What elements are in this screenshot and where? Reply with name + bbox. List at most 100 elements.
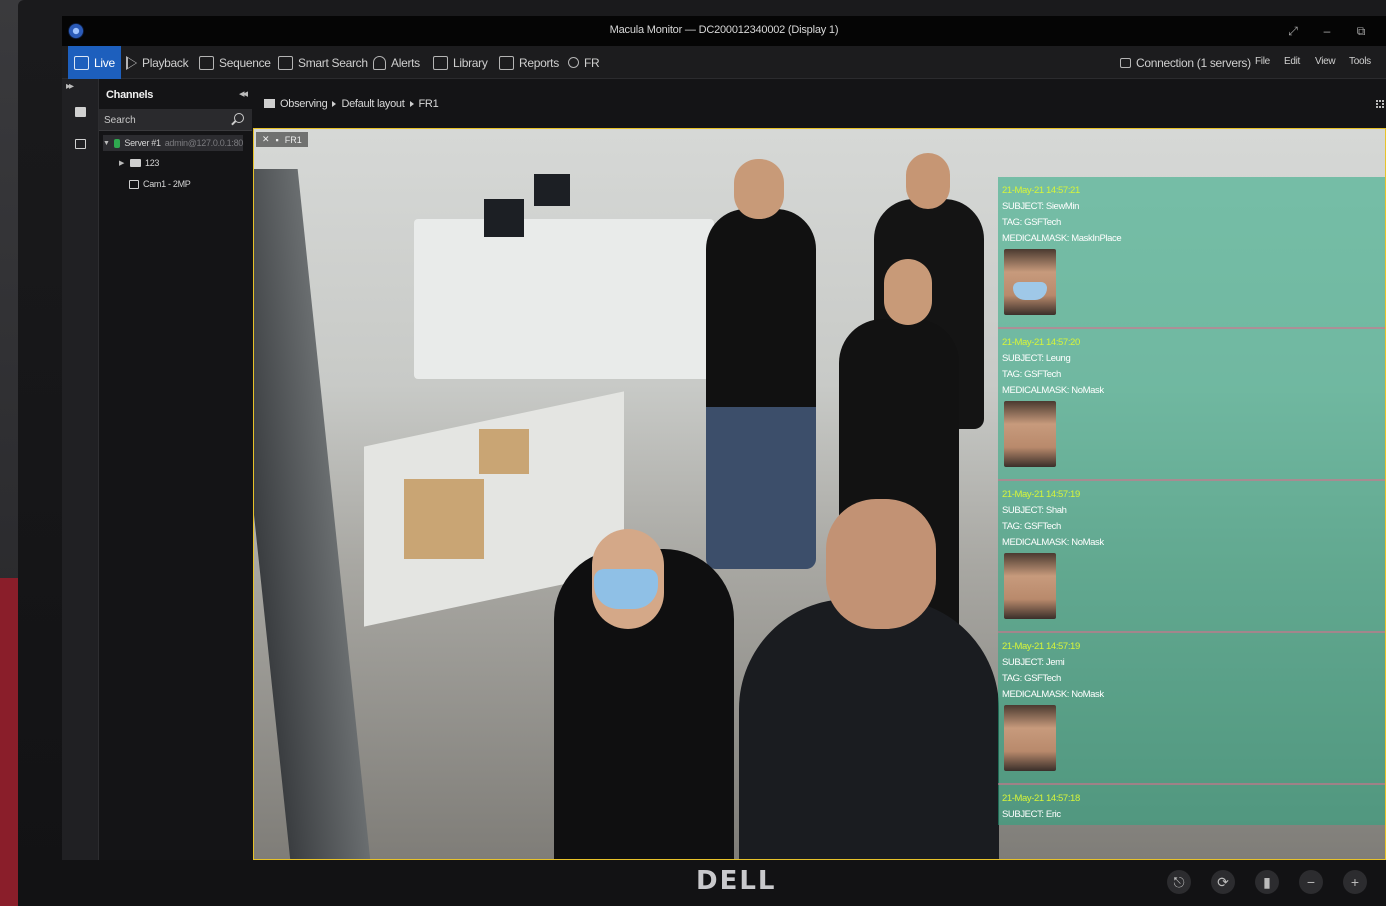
tab-label: Library [453, 55, 488, 70]
tree-camera[interactable]: Cam1 - 2MP [129, 176, 191, 192]
cardboard-box [479, 429, 529, 474]
cameras-icon[interactable] [75, 139, 86, 149]
video-tile[interactable]: ✕ ▪ FR1 21-May-21 14:57:21 SUBJECT: Siew… [253, 128, 1386, 860]
tree-folder[interactable]: ▶ 123 [119, 155, 159, 171]
detection-card[interactable]: 21-May-21 14:57:20 SUBJECT: Leung TAG: G… [998, 333, 1385, 481]
search-icon[interactable] [234, 113, 244, 123]
expand-panel-icon[interactable]: ▸▸ [66, 81, 74, 92]
tab-sequence[interactable]: Sequence [193, 46, 277, 79]
monitor-input-button[interactable]: ⎋ [1167, 870, 1191, 894]
detection-card[interactable]: 21-May-21 14:57:19 SUBJECT: Shah TAG: GS… [998, 485, 1385, 633]
sequence-icon [199, 55, 214, 70]
tab-label: Sequence [219, 55, 271, 70]
breadcrumb-layout[interactable]: Default layout [341, 98, 404, 110]
grid-layout-icon[interactable] [1376, 100, 1384, 108]
detection-card[interactable]: 21-May-21 14:57:19 SUBJECT: Jemi TAG: GS… [998, 637, 1385, 785]
detection-subject: SUBJECT: Leung [1002, 353, 1071, 364]
background-red-band [0, 578, 18, 906]
detection-subject: SUBJECT: Shah [1002, 505, 1067, 516]
tab-smart-search[interactable]: Smart Search [272, 46, 374, 79]
tab-library[interactable]: Library [427, 46, 494, 79]
tab-live[interactable]: Live [68, 46, 121, 79]
detection-time: 21-May-21 14:57:19 [1002, 489, 1080, 500]
layout-icon [264, 99, 275, 108]
tab-playback[interactable]: Playback [120, 46, 194, 79]
monitor-refresh-button[interactable]: ⟳ [1211, 870, 1235, 894]
face-mask [1013, 282, 1047, 300]
folder-icon [130, 159, 141, 167]
chevron-right-icon[interactable]: ▶ [119, 159, 126, 167]
monitor-menu-button[interactable]: ▮ [1255, 870, 1279, 894]
tile-header: ✕ ▪ FR1 [256, 132, 308, 147]
tab-reports[interactable]: Reports [493, 46, 565, 79]
monitor-icon [74, 55, 89, 70]
breadcrumb-separator-icon [409, 101, 414, 107]
person-face [734, 159, 784, 219]
server-label: Server #1 [124, 138, 161, 148]
menu-view[interactable]: View [1315, 56, 1336, 67]
lock-icon[interactable]: ▪ [276, 135, 279, 145]
dell-logo: DELL [696, 866, 777, 896]
person-face [884, 259, 932, 325]
detection-tag: TAG: GSFTech [1002, 217, 1061, 228]
menu-file[interactable]: File [1255, 56, 1270, 67]
tree-server[interactable]: ▼ Server #1 admin@127.0.0.1:80 [103, 135, 243, 151]
detection-card[interactable]: 21-May-21 14:57:21 SUBJECT: SiewMin TAG:… [998, 181, 1385, 329]
tab-alerts[interactable]: Alerts [367, 46, 426, 79]
channels-title: Channels [106, 89, 154, 101]
detection-mask-status: MEDICALMASK: NoMask [1002, 537, 1104, 548]
face-thumbnail [1004, 249, 1056, 315]
breadcrumb: Observing Default layout FR1 [252, 79, 1386, 128]
face-recognition-panel: 21-May-21 14:57:21 SUBJECT: SiewMin TAG:… [998, 177, 1385, 825]
detection-time: 21-May-21 14:57:18 [1002, 793, 1080, 804]
person-face [906, 153, 950, 209]
tab-fr[interactable]: FR [562, 46, 605, 79]
channels-panel: Channels ◂◂ ▼ Server #1 admin@127.0.0.1:… [99, 79, 252, 860]
detection-time: 21-May-21 14:57:20 [1002, 337, 1080, 348]
restore-icon[interactable]: ⧉ [1352, 22, 1370, 40]
side-icon-strip: ▸▸ [62, 79, 99, 860]
detection-time: 21-May-21 14:57:19 [1002, 641, 1080, 652]
tab-label: Live [94, 55, 115, 70]
fullscreen-icon[interactable]: ⤢ [1284, 22, 1302, 40]
face-thumbnail [1004, 553, 1056, 619]
minimize-icon[interactable]: – [1318, 22, 1336, 40]
breadcrumb-tile[interactable]: FR1 [419, 98, 439, 110]
photo-of-monitor: Macula Monitor — DC200012340002 (Display… [0, 0, 1386, 906]
close-icon[interactable]: ✕ [262, 134, 270, 145]
layouts-icon[interactable] [75, 107, 86, 117]
collapse-panel-icon[interactable]: ◂◂ [239, 87, 248, 100]
monitor-minus-button[interactable]: − [1299, 870, 1323, 894]
monitor-screen: Macula Monitor — DC200012340002 (Display… [62, 16, 1386, 860]
face-thumbnail [1004, 401, 1056, 467]
breadcrumb-separator-icon [332, 101, 337, 107]
window-title: Macula Monitor — DC200012340002 (Display… [609, 24, 839, 36]
title-bar: Macula Monitor — DC200012340002 (Display… [62, 16, 1386, 46]
camera-label: Cam1 - 2MP [143, 179, 191, 189]
detection-subject: SUBJECT: Eric [1002, 809, 1061, 820]
person-icon [568, 57, 579, 68]
face-mask [594, 569, 658, 609]
smart-search-icon [278, 55, 293, 70]
tab-label: Smart Search [298, 55, 368, 70]
person-silhouette [739, 599, 999, 859]
connection-status-button[interactable]: Connection (1 servers) [1114, 46, 1257, 79]
chevron-down-icon[interactable]: ▼ [103, 140, 110, 147]
library-icon [433, 55, 448, 70]
detection-card[interactable]: 21-May-21 14:57:18 SUBJECT: Eric [998, 789, 1385, 825]
channel-search [99, 109, 252, 131]
menu-tools[interactable]: Tools [1349, 56, 1371, 67]
monitor-plus-button[interactable]: + [1343, 870, 1367, 894]
person-face [826, 499, 936, 629]
camera-icon [129, 179, 139, 189]
detection-time: 21-May-21 14:57:21 [1002, 185, 1080, 196]
tab-label: Playback [142, 55, 189, 70]
tab-label: FR [584, 55, 600, 70]
connection-label: Connection (1 servers) [1136, 55, 1251, 70]
breadcrumb-observing[interactable]: Observing [280, 98, 328, 110]
search-input[interactable] [104, 113, 224, 127]
detection-tag: TAG: GSFTech [1002, 521, 1061, 532]
tab-label: Alerts [391, 55, 420, 70]
detection-mask-status: MEDICALMASK: MaskInPlace [1002, 233, 1122, 244]
menu-edit[interactable]: Edit [1284, 56, 1300, 67]
